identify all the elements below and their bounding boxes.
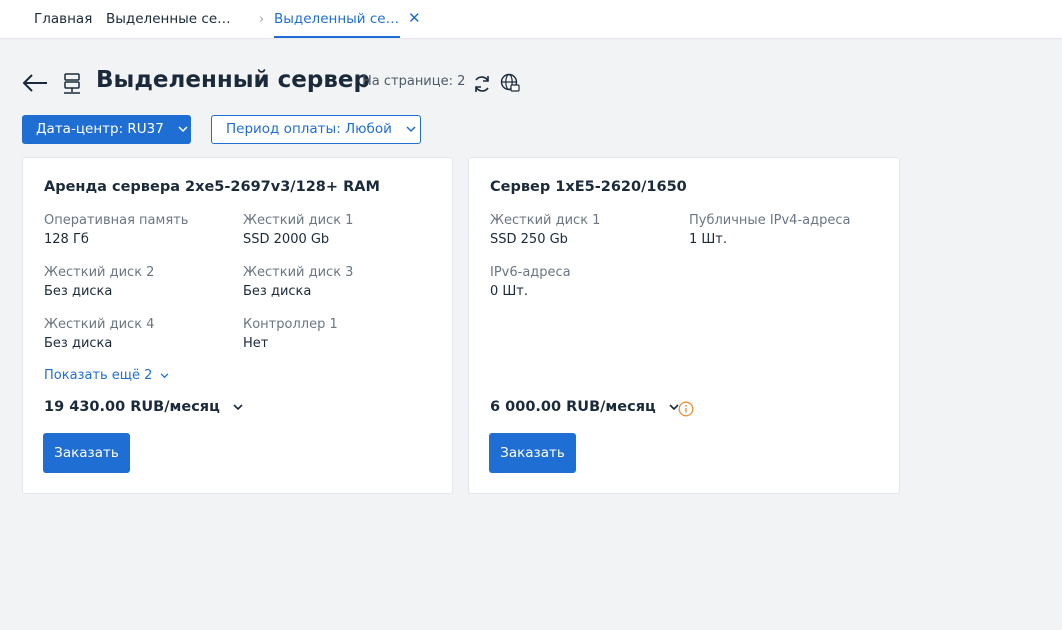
spec-item: Жесткий диск 1 SSD 250 Gb <box>490 213 600 247</box>
spec-value: Без диска <box>44 284 113 299</box>
payment-period-filter-label: Период оплаты: Любой <box>226 121 392 137</box>
server-card: Аренда сервера 2xe5-2697v3/128+ RAM Опер… <box>22 157 453 494</box>
page-title: Выделенный сервер <box>96 67 370 93</box>
chevron-down-icon <box>233 403 243 410</box>
spec-item: Контроллер 1 Нет <box>243 317 338 351</box>
spec-label: Жесткий диск 4 <box>44 317 155 332</box>
tab-bar: Главная Выделенные се… › Выделенный се… … <box>0 0 1062 39</box>
server-icon <box>64 73 80 94</box>
spec-label: Контроллер 1 <box>243 317 338 332</box>
price-selector[interactable]: 19 430.00 RUB/месяц <box>44 399 243 415</box>
chevron-right-icon: › <box>259 12 265 27</box>
tab-dedicated-servers[interactable]: Выделенные се… <box>106 0 231 38</box>
spec-item: Жесткий диск 1 SSD 2000 Gb <box>243 213 353 247</box>
spec-value: 0 Шт. <box>490 284 529 299</box>
globe-icon[interactable] <box>500 73 520 93</box>
spec-label: IPv6-адреса <box>490 265 571 280</box>
spec-value: SSD 2000 Gb <box>243 232 330 247</box>
order-button[interactable]: Заказать <box>489 433 576 473</box>
server-card-title: Сервер 1xE5-2620/1650 <box>490 179 687 195</box>
spec-label: Жесткий диск 1 <box>243 213 354 228</box>
spec-value: 128 Гб <box>44 232 89 247</box>
show-more-link[interactable]: Показать ещё 2 <box>44 368 169 383</box>
price-value: 19 430.00 RUB/месяц <box>44 399 220 415</box>
show-more-label: Показать ещё 2 <box>44 368 153 383</box>
spec-item: Публичные IPv4-адреса 1 Шт. <box>689 213 850 247</box>
spec-label: Оперативная память <box>44 213 189 228</box>
server-card-title: Аренда сервера 2xe5-2697v3/128+ RAM <box>44 179 380 195</box>
spec-item: Жесткий диск 2 Без диска <box>44 265 154 299</box>
spec-label: Жесткий диск 3 <box>243 265 354 280</box>
server-card: Сервер 1xE5-2620/1650 Жесткий диск 1 SSD… <box>468 157 900 494</box>
spec-value: Без диска <box>44 336 113 351</box>
spec-label: Жесткий диск 2 <box>44 265 155 280</box>
tab-home[interactable]: Главная <box>34 0 92 38</box>
payment-period-filter-button[interactable]: Период оплаты: Любой <box>211 115 421 144</box>
order-button[interactable]: Заказать <box>43 433 130 473</box>
arrow-left-icon[interactable] <box>22 72 48 94</box>
chevron-down-icon <box>160 372 168 378</box>
datacenter-filter-button[interactable]: Дата-центр: RU37 <box>22 115 191 144</box>
spec-value: Нет <box>243 336 269 351</box>
chevron-down-icon <box>406 125 416 132</box>
per-page-count: На странице: 2 <box>362 74 466 89</box>
spec-label: Публичные IPv4-адреса <box>689 213 851 228</box>
tab-dedicated-server-active[interactable]: Выделенный се… <box>274 0 400 38</box>
spec-item: IPv6-адреса 0 Шт. <box>490 265 571 299</box>
spec-value: SSD 250 Gb <box>490 232 568 247</box>
info-icon[interactable] <box>678 401 694 417</box>
spec-value: Без диска <box>243 284 312 299</box>
spec-item: Жесткий диск 3 Без диска <box>243 265 353 299</box>
datacenter-filter-label: Дата-центр: RU37 <box>36 121 164 137</box>
spec-value: 1 Шт. <box>689 232 728 247</box>
spec-item: Оперативная память 128 Гб <box>44 213 188 247</box>
chevron-down-icon <box>178 125 188 132</box>
price-value: 6 000.00 RUB/месяц <box>490 399 656 415</box>
price-selector[interactable]: 6 000.00 RUB/месяц <box>490 399 679 415</box>
refresh-icon[interactable] <box>472 74 492 94</box>
spec-item: Жесткий диск 4 Без диска <box>44 317 154 351</box>
spec-label: Жесткий диск 1 <box>490 213 601 228</box>
close-icon[interactable]: ✕ <box>408 9 421 27</box>
